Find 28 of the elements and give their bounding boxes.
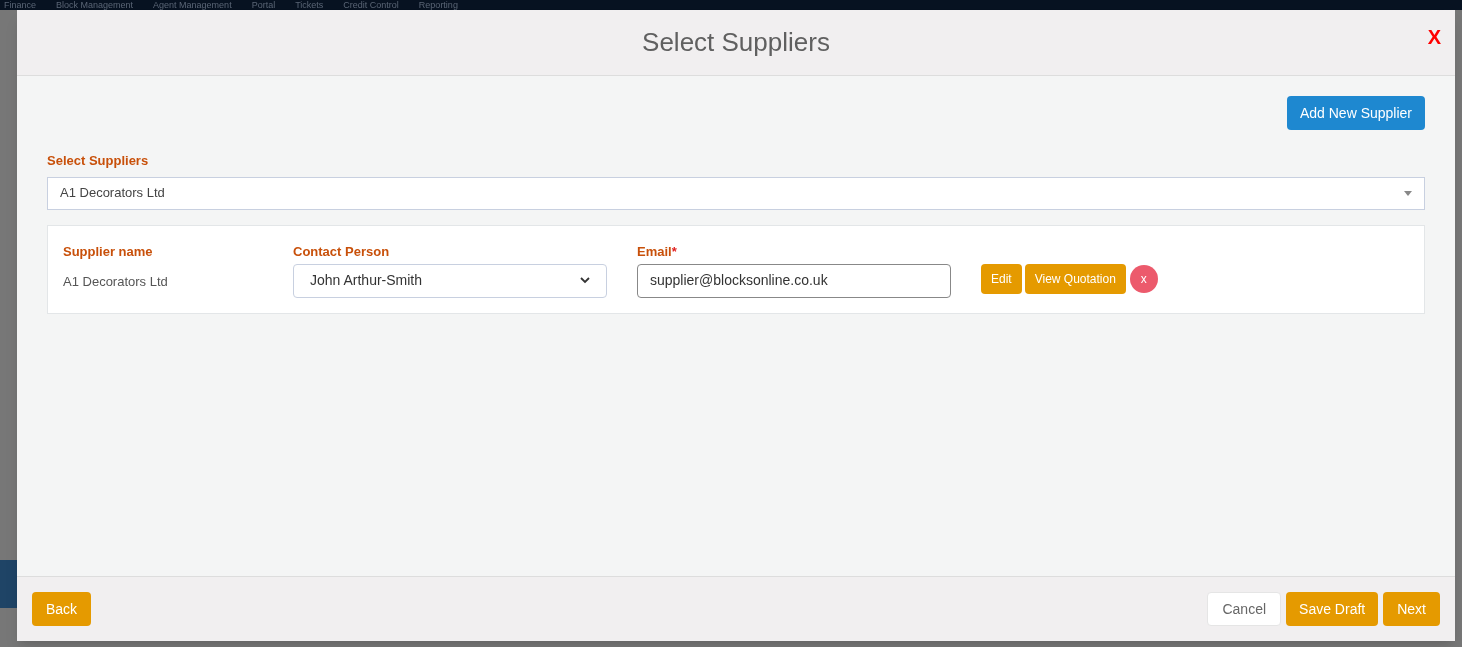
dropdown-arrow-icon [1404,190,1412,196]
nav-menu-item[interactable]: Portal [251,0,276,10]
email-input[interactable]: supplier@blocksonline.co.uk [637,263,951,298]
nav-menu-item[interactable]: Agent Management [153,0,232,10]
nav-menu-item[interactable]: Reporting [418,0,458,10]
close-button[interactable]: X [1427,22,1441,52]
back-button[interactable]: Back [32,592,92,626]
column-label: Supplier name [63,242,154,259]
contact-select[interactable]: John Arthur-Smith [293,263,607,298]
chevron-down-icon [580,277,590,284]
nav-menu-item[interactable]: Credit Control [343,0,399,10]
save-draft-button[interactable]: Save Draft [1286,592,1379,626]
next-button[interactable]: Next [1383,592,1440,626]
edit-button[interactable]: Edit [981,263,1022,294]
modal-title: Select Suppliers [642,26,830,59]
supplier-select[interactable]: A1 Decorators Ltd [47,176,1425,210]
field-label: Select Suppliers [47,152,150,170]
cancel-button[interactable]: Cancel [1207,592,1282,626]
nav-menu-item[interactable]: Tickets [295,0,324,10]
add-supplier-button[interactable]: Add New Supplier [1286,96,1425,130]
view-quotation-button[interactable]: View Quotation [1024,263,1126,294]
background-panel [0,560,17,608]
column-label: Contact Person [293,242,391,259]
remove-button[interactable]: x [1129,264,1158,293]
supplier-name: A1 Decorators Ltd [63,272,169,291]
nav-menu-item[interactable]: Block Management [56,0,134,10]
nav-menu-item[interactable]: Finance [4,0,37,10]
column-label: Email* [637,242,678,259]
